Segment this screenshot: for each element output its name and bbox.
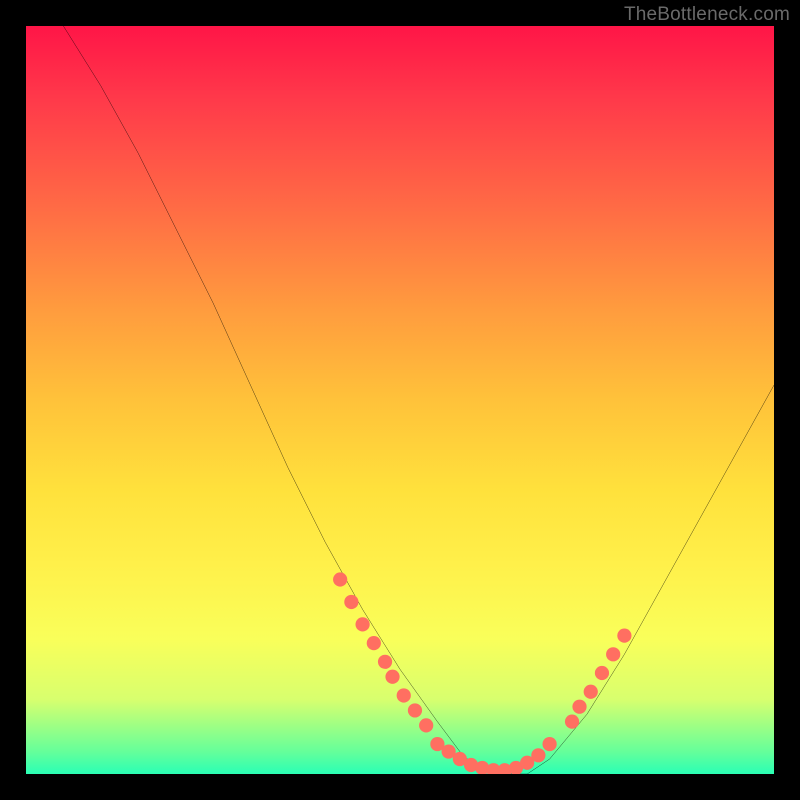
watermark-text: TheBottleneck.com — [624, 4, 790, 26]
highlight-dot — [355, 617, 369, 631]
chart-frame: TheBottleneck.com — [0, 0, 800, 800]
highlight-dot — [367, 636, 381, 650]
bottleneck-curve-svg — [26, 26, 774, 774]
highlight-dot — [531, 748, 545, 762]
highlight-dot — [606, 647, 620, 661]
highlight-dot — [542, 737, 556, 751]
highlight-dot — [617, 629, 631, 643]
highlight-dot — [584, 685, 598, 699]
bottleneck-curve — [63, 26, 774, 774]
highlight-dot — [408, 703, 422, 717]
highlight-dot — [344, 595, 358, 609]
plot-area — [26, 26, 774, 774]
highlight-dot — [385, 670, 399, 684]
highlight-dot — [595, 666, 609, 680]
highlight-dot — [333, 572, 347, 586]
highlight-dot — [572, 700, 586, 714]
highlight-dot — [397, 688, 411, 702]
highlight-dot — [565, 715, 579, 729]
highlight-dot — [378, 655, 392, 669]
highlight-dot — [419, 718, 433, 732]
